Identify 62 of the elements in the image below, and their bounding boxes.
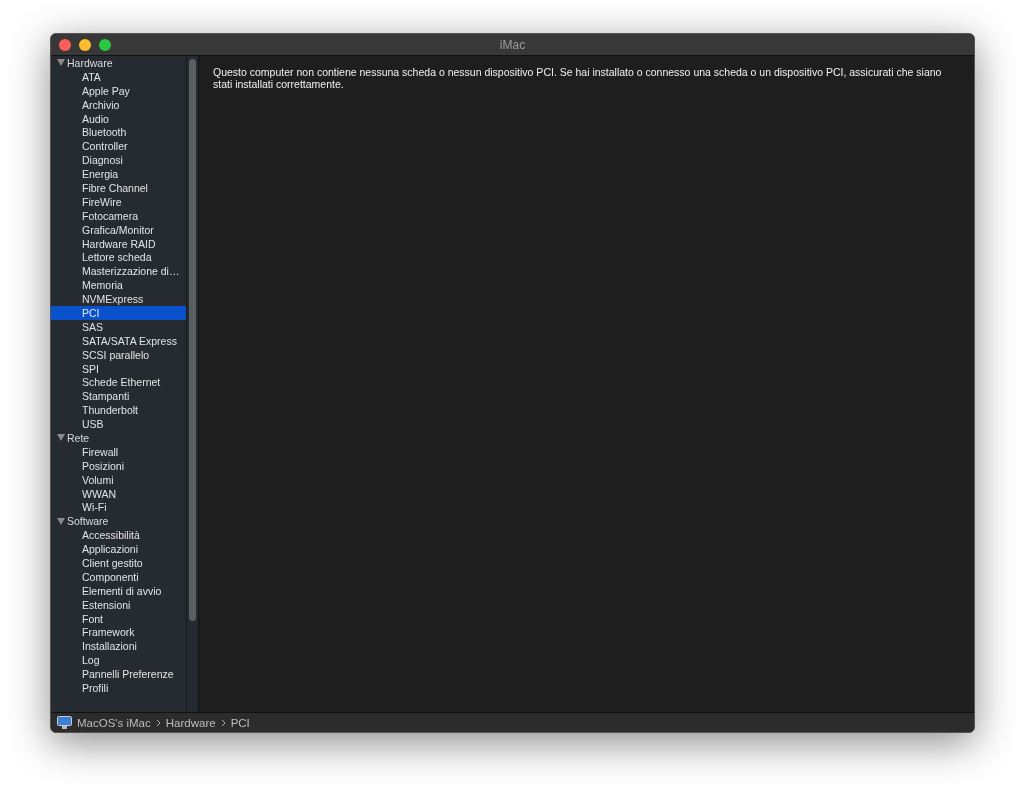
- sidebar-item[interactable]: Elementi di avvio: [51, 583, 186, 598]
- zoom-button[interactable]: [99, 38, 111, 51]
- sidebar-item[interactable]: FireWire: [51, 194, 186, 209]
- sidebar-item[interactable]: PCI: [51, 306, 186, 320]
- sidebar-item[interactable]: Lettore scheda: [51, 250, 186, 265]
- breadcrumb-item[interactable]: Hardware: [165, 716, 216, 729]
- sidebar-item[interactable]: SCSI parallelo: [51, 347, 186, 362]
- chevron-icon: [155, 718, 161, 727]
- sidebar-section[interactable]: Software: [67, 515, 109, 528]
- sidebar-item[interactable]: Hardware RAID: [51, 236, 186, 251]
- scrollbar[interactable]: [186, 56, 199, 712]
- sidebar-item[interactable]: Audio: [51, 111, 186, 126]
- sidebar-item[interactable]: WWAN: [51, 486, 186, 501]
- sidebar-item[interactable]: Memoria: [51, 278, 186, 293]
- disclosure-down-icon[interactable]: [57, 434, 65, 442]
- sidebar-item[interactable]: Pannelli Preferenze: [51, 667, 186, 682]
- sidebar-item[interactable]: Applicazioni: [51, 542, 186, 557]
- sidebar-item[interactable]: Client gestito: [51, 556, 186, 570]
- disclosure-down-icon[interactable]: [57, 517, 65, 525]
- sidebar-item[interactable]: Accessibilità: [51, 528, 186, 543]
- breadcrumb-item[interactable]: MacOS's iMac: [77, 716, 151, 729]
- sidebar-item[interactable]: Energia: [51, 167, 186, 181]
- sidebar-item[interactable]: Volumi: [51, 472, 186, 487]
- sidebar-item[interactable]: SATA/SATA Express: [51, 333, 186, 348]
- sidebar-item[interactable]: SAS: [51, 319, 186, 334]
- sidebar-item[interactable]: Log: [51, 653, 186, 668]
- info-message: Questo computer non contiene nessuna scheda o nessun dispositivo PCI. Se hai installato o connesso una scheda o un dispositivo PCI, assicurati che siano stati installati correttamente.: [213, 66, 943, 90]
- sidebar-item[interactable]: Grafica/Monitor: [51, 222, 186, 237]
- sidebar-item[interactable]: SPI: [51, 361, 186, 376]
- sidebar-item[interactable]: Estensioni: [51, 597, 186, 612]
- sidebar-item[interactable]: Installazioni: [51, 639, 186, 654]
- sidebar-item[interactable]: Thunderbolt: [51, 403, 186, 418]
- sidebar-item[interactable]: ATA: [51, 69, 186, 84]
- minimize-button[interactable]: [79, 38, 91, 51]
- chevron-icon: [220, 718, 226, 727]
- sidebar-item[interactable]: Controller: [51, 139, 186, 154]
- sidebar-item[interactable]: Fibre Channel: [51, 181, 186, 195]
- sidebar-item[interactable]: Stampanti: [51, 389, 186, 404]
- sidebar-item[interactable]: Archivio: [51, 97, 186, 112]
- sidebar-item[interactable]: Masterizzazione di…: [51, 264, 186, 279]
- sidebar-item[interactable]: NVMExpress: [51, 292, 186, 307]
- sidebar-item[interactable]: Apple Pay: [51, 83, 186, 98]
- sidebar-item[interactable]: Schede Ethernet: [51, 375, 186, 390]
- sidebar-item[interactable]: Fotocamera: [51, 208, 186, 223]
- sidebar-item[interactable]: USB: [51, 417, 186, 432]
- disclosure-down-icon[interactable]: [57, 59, 65, 67]
- sidebar-item[interactable]: Framework: [51, 625, 186, 640]
- sidebar-item[interactable]: Posizioni: [51, 458, 186, 473]
- sidebar-item[interactable]: Componenti: [51, 569, 186, 584]
- scrollbar-thumb[interactable]: [189, 59, 196, 621]
- sidebar-section[interactable]: Rete: [67, 432, 90, 444]
- window-title: iMac: [499, 37, 526, 52]
- close-button[interactable]: [59, 38, 71, 51]
- sidebar-section[interactable]: Hardware: [67, 56, 113, 69]
- sidebar-item[interactable]: Wi-Fi: [51, 500, 186, 515]
- sidebar-item[interactable]: Diagnosi: [51, 153, 186, 168]
- breadcrumb-item[interactable]: PCI: [230, 716, 250, 729]
- sidebar-item[interactable]: Font: [51, 611, 186, 626]
- sidebar-item[interactable]: Firewall: [51, 444, 186, 459]
- monitor-icon: [57, 716, 72, 729]
- sidebar-item[interactable]: Bluetooth: [51, 125, 186, 140]
- sidebar-item[interactable]: Profili: [51, 681, 186, 695]
